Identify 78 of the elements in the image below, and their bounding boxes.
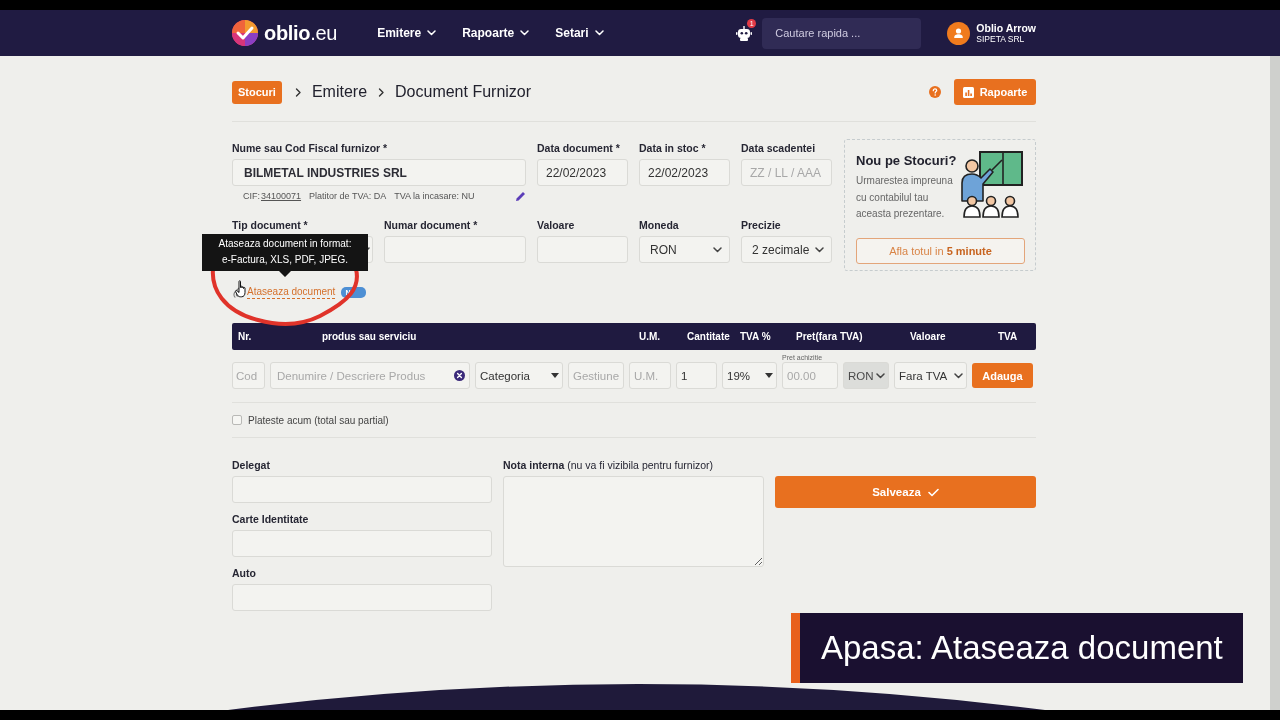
robot-icon[interactable]: [736, 25, 753, 41]
vehicle-input[interactable]: [232, 584, 492, 611]
field-label: Numar document *: [384, 218, 479, 232]
amount-input[interactable]: [537, 236, 628, 263]
purchase-price-input[interactable]: 00.00: [782, 362, 838, 389]
category-select[interactable]: Categoria: [475, 362, 563, 389]
chevron-down-icon: [594, 30, 604, 36]
help-icon[interactable]: [929, 86, 941, 98]
clear-icon[interactable]: [454, 370, 465, 381]
column-header: Nr.: [237, 331, 253, 342]
field-label: Carte Identitate: [232, 512, 310, 526]
field-label: Tip document *: [232, 218, 309, 232]
chevron-down-icon: [520, 30, 530, 36]
field-label: Precizie: [741, 218, 782, 232]
promo-description: Urmarestea impreuna cu contabilul tau aceasta prezentare.: [856, 174, 954, 221]
column-header: Cantitate: [687, 331, 731, 342]
column-header: Pret(fara TVA): [796, 331, 864, 342]
column-header: TVA %: [740, 331, 772, 342]
check-icon: [927, 487, 939, 497]
page-title: Document Furnizor: [395, 83, 532, 101]
field-label: Data document *: [537, 141, 621, 155]
checkbox-label: Plateste acum (total sau partial): [248, 414, 389, 426]
column-header: TVA: [998, 331, 1019, 342]
scrollbar-track[interactable]: [1270, 56, 1280, 710]
column-header: Valoare: [910, 331, 947, 342]
unit-input[interactable]: U.M.: [629, 362, 671, 389]
id-card-input[interactable]: [232, 530, 492, 557]
brand-name[interactable]: oblio.eu: [264, 21, 338, 45]
chevron-down-icon: [427, 30, 437, 36]
cif-link[interactable]: 34100071: [261, 191, 302, 201]
nav-menu-button[interactable]: Setari: [555, 26, 604, 40]
video-link-button[interactable]: Afla totul in 5 minute: [856, 237, 1025, 264]
date-input[interactable]: ZZ / LL / AAA: [741, 159, 832, 186]
breadcrumb-link[interactable]: Emitere: [311, 83, 368, 101]
field-label: Auto: [232, 566, 257, 580]
field-label: Data scadentei: [741, 141, 817, 155]
chart-icon: [962, 86, 974, 98]
video-caption: Apasa: Ataseaza document: [791, 613, 1243, 683]
vat-status-text: TVA la incasare: NU: [394, 191, 475, 201]
nav-menu-button[interactable]: Rapoarte: [462, 26, 530, 40]
product-name-input[interactable]: Denumire / Descriere Produs: [270, 362, 470, 389]
currency-select[interactable]: RON: [639, 236, 730, 263]
hand-cursor-icon: [235, 280, 246, 298]
vat-mode-select[interactable]: Fara TVA: [894, 362, 967, 389]
vat-rate-select[interactable]: 19%: [722, 362, 777, 389]
vat-status-text: Platitor de TVA: DA: [309, 191, 387, 201]
quantity-input[interactable]: 1: [676, 362, 717, 389]
pencil-icon[interactable]: [516, 191, 526, 201]
company-name: SIPETA SRL: [976, 33, 1026, 45]
document-number-input[interactable]: [384, 236, 526, 263]
precision-select[interactable]: 2 zecimale: [741, 236, 832, 263]
field-label: Valoare: [537, 218, 576, 232]
column-header: U.M.: [639, 331, 662, 342]
field-label: Delegat: [232, 458, 271, 472]
field-label: Nume sau Cod Fiscal furnizor *: [232, 141, 389, 155]
chevron-right-icon: [378, 87, 385, 97]
delegate-input[interactable]: [232, 476, 492, 503]
avatar-icon[interactable]: [947, 21, 971, 45]
supplier-name-input[interactable]: BILMETAL INDUSTRIES SRL: [232, 159, 526, 186]
column-header: produs sau serviciu: [322, 331, 418, 342]
user-name: Oblio Arrow: [976, 21, 1036, 34]
date-input[interactable]: 22/02/2023: [639, 159, 730, 186]
warehouse-input[interactable]: Gestiune: [568, 362, 624, 389]
date-input[interactable]: 22/02/2023: [537, 159, 628, 186]
chevron-right-icon: [294, 87, 301, 97]
field-label: Data in stoc *: [639, 141, 707, 155]
field-label: Moneda: [639, 218, 680, 232]
logo-icon[interactable]: [232, 20, 258, 46]
promo-title: Nou pe Stocuri?: [856, 153, 957, 169]
note-textarea[interactable]: [503, 476, 764, 567]
teacher-presentation-drawing: [959, 151, 1023, 218]
tooltip: Ataseaza document in format: e-Factura, XLS, PDF, JPEG.: [202, 234, 368, 277]
nav-menu-button[interactable]: Emitere: [377, 26, 437, 40]
cif-label: CIF:: [243, 191, 260, 201]
field-label: Nota interna (nu va fi vizibila pentru furnizor): [503, 458, 715, 472]
checkbox[interactable]: [232, 415, 242, 425]
search-field[interactable]: Cautare rapida ...: [762, 17, 922, 49]
code-input[interactable]: Cod: [232, 362, 265, 389]
